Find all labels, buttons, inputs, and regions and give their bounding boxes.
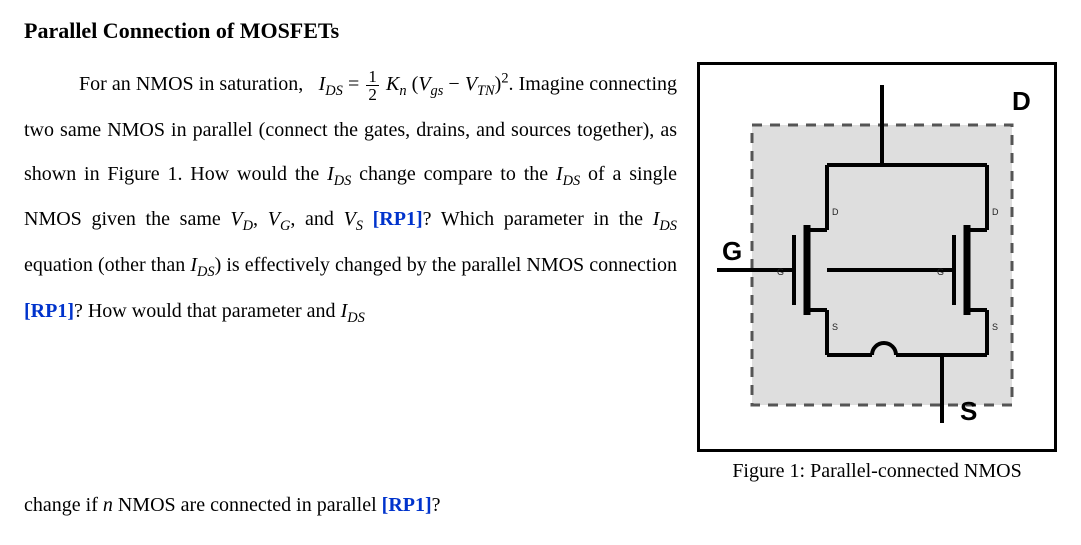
body-sentence-3c: NMOS are connected in parallel bbox=[113, 494, 382, 516]
body-sentence-2b: equation (other than bbox=[24, 254, 190, 276]
lead-text: For an NMOS in saturation, bbox=[79, 73, 303, 95]
section-title: Parallel Connection of MOSFETs bbox=[24, 18, 1057, 44]
eq-Kn: K bbox=[386, 73, 399, 95]
body-text: For an NMOS in saturation, IDS = 12 Kn (… bbox=[24, 62, 677, 334]
body-sentence-2a: ? Which parameter in the bbox=[423, 208, 653, 230]
terminal-S-label: S bbox=[960, 396, 977, 425]
nmos2-D-label: D bbox=[992, 207, 999, 217]
inline-Ids-4: I bbox=[190, 254, 197, 276]
inline-VD: V bbox=[230, 208, 242, 230]
figure-caption: Figure 1: Parallel-connected NMOS bbox=[697, 460, 1057, 483]
final-qmark: ? bbox=[432, 494, 441, 516]
inline-n: n bbox=[103, 494, 113, 516]
inline-VG: V bbox=[268, 208, 280, 230]
parallel-nmos-diagram: D G D G S bbox=[712, 75, 1042, 425]
inline-Ids-1: I bbox=[327, 163, 334, 185]
body-text-continued: change if n NMOS are connected in parall… bbox=[24, 483, 1057, 527]
nmos1-D-label: D bbox=[832, 207, 839, 217]
body-sentence-3a: ? How would that parameter and bbox=[74, 300, 341, 322]
nmos2-S-label: S bbox=[992, 322, 998, 332]
nmos1-G-label: G bbox=[777, 267, 784, 277]
body-sentence-3b: change if bbox=[24, 494, 103, 516]
eq-equals: = bbox=[348, 73, 364, 95]
figure-column: D G D G S bbox=[697, 62, 1057, 483]
saturation-equation: IDS = 12 Kn (Vgs − VTN)2. bbox=[319, 73, 519, 95]
content-row: For an NMOS in saturation, IDS = 12 Kn (… bbox=[24, 62, 1057, 483]
nmos1-S-label: S bbox=[832, 322, 838, 332]
eq-Vtn: V bbox=[465, 73, 477, 95]
body-sentence-2c: ) is effectively changed by the parallel… bbox=[215, 254, 677, 276]
nmos2-G-label: G bbox=[937, 267, 944, 277]
eq-one-half: 12 bbox=[366, 68, 379, 103]
rp1-tag-3: [RP1] bbox=[382, 494, 432, 516]
inline-Ids-2: I bbox=[556, 163, 563, 185]
terminal-G-label: G bbox=[722, 236, 742, 266]
inline-VS: V bbox=[344, 208, 356, 230]
terminal-D-label: D bbox=[1012, 86, 1031, 116]
figure-frame: D G D G S bbox=[697, 62, 1057, 452]
eq-Ids-sub: DS bbox=[325, 83, 343, 99]
rp1-tag-1: [RP1] bbox=[363, 208, 423, 230]
rp1-tag-2: [RP1] bbox=[24, 300, 74, 322]
eq-Vgs: V bbox=[418, 73, 430, 95]
body-sentence-1b: change compare to the bbox=[351, 163, 556, 185]
